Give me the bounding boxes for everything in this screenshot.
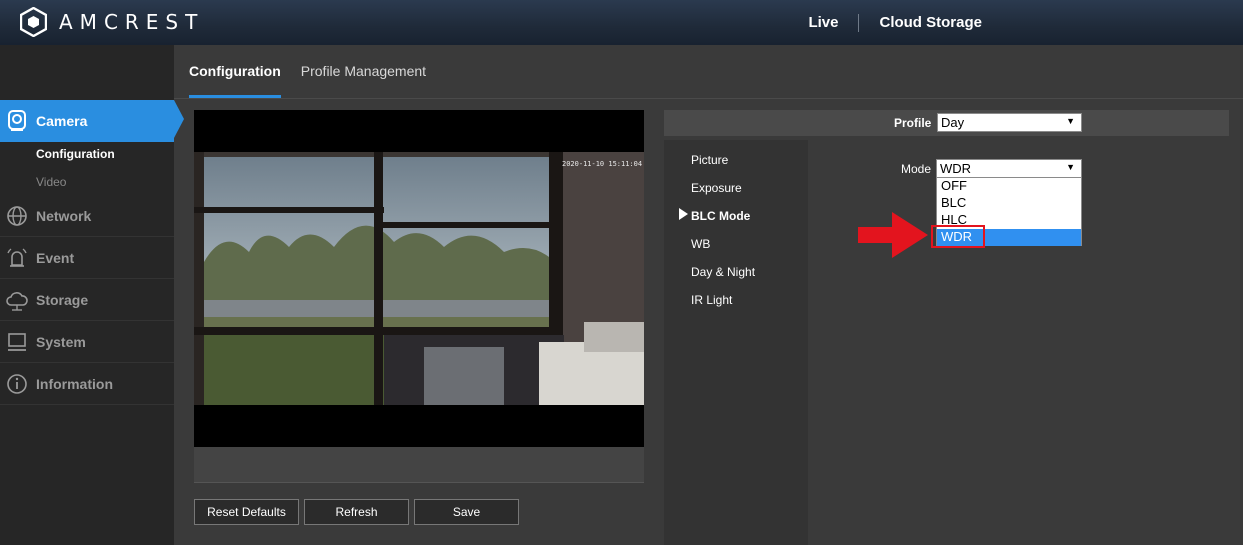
video-preview: 2020-11-10 15:11:04 <box>194 110 644 447</box>
brand-name: AMCREST <box>59 10 205 34</box>
menu-item-blc-mode[interactable]: BLC Mode <box>691 209 750 223</box>
save-button[interactable]: Save <box>414 499 519 525</box>
tab-bar: Configuration Profile Management <box>189 45 426 98</box>
alarm-icon <box>4 245 30 271</box>
camera-feed-image <box>194 152 644 405</box>
active-pointer <box>174 100 184 138</box>
sidebar-item-storage[interactable]: Storage <box>0 279 174 321</box>
sidebar-item-label: Event <box>36 249 75 266</box>
sidebar-item-label: Storage <box>36 291 89 308</box>
annotation-arrow-icon <box>858 212 928 258</box>
amcrest-logo-icon <box>20 7 47 37</box>
cloud-icon <box>4 287 30 313</box>
mode-option-off[interactable]: OFF <box>937 178 1081 195</box>
sidebar-item-camera[interactable]: Camera <box>0 100 184 142</box>
dropdown-arrow-icon: ▼ <box>1066 162 1075 172</box>
mode-select[interactable]: WDR ▼ <box>936 159 1082 178</box>
mode-select-value: WDR <box>940 161 972 176</box>
menu-item-ir-light[interactable]: IR Light <box>691 293 732 307</box>
sidebar-item-label: Camera <box>36 113 88 129</box>
sidebar-sub-video[interactable]: Video <box>36 175 66 189</box>
menu-item-day-night[interactable]: Day & Night <box>691 265 755 279</box>
camera-icon <box>4 108 30 134</box>
camera-feed: 2020-11-10 15:11:04 <box>194 152 644 405</box>
top-nav: Live Cloud Storage <box>808 0 1243 45</box>
sidebar-sub-configuration[interactable]: Configuration <box>36 147 115 161</box>
tab-configuration[interactable]: Configuration <box>189 45 281 98</box>
reset-defaults-button[interactable]: Reset Defaults <box>194 499 299 525</box>
video-timestamp: 2020-11-10 15:11:04 <box>562 160 643 168</box>
refresh-button[interactable]: Refresh <box>304 499 409 525</box>
mode-option-blc[interactable]: BLC <box>937 195 1081 212</box>
menu-item-exposure[interactable]: Exposure <box>691 181 742 195</box>
monitor-icon <box>4 329 30 355</box>
dropdown-arrow-icon: ▼ <box>1066 116 1075 126</box>
info-icon <box>4 371 30 397</box>
tab-profile-management[interactable]: Profile Management <box>301 45 426 98</box>
nav-live[interactable]: Live <box>808 14 838 31</box>
nav-cloud-storage[interactable]: Cloud Storage <box>879 14 982 31</box>
sidebar-item-label: System <box>36 333 86 350</box>
sidebar: Camera Configuration Video Network Event <box>0 45 184 545</box>
mode-label: Mode <box>901 162 932 176</box>
active-menu-pointer-icon <box>679 208 688 220</box>
settings-menu: Picture Exposure BLC Mode WB Day & Night… <box>664 140 808 545</box>
top-bar: AMCREST Live Cloud Storage <box>0 0 1243 45</box>
sidebar-item-network[interactable]: Network <box>0 195 174 237</box>
tab-divider <box>174 98 1243 99</box>
sidebar-item-information[interactable]: Information <box>0 363 174 405</box>
annotation-highlight-box <box>931 225 985 248</box>
video-toolbar <box>194 447 644 483</box>
profile-select-value: Day <box>941 115 965 130</box>
nav-separator <box>858 13 860 32</box>
brand-logo: AMCREST <box>20 7 204 37</box>
menu-item-picture[interactable]: Picture <box>691 153 728 167</box>
profile-select[interactable]: Day ▼ <box>937 113 1082 132</box>
profile-label: Profile <box>894 116 932 130</box>
menu-item-wb[interactable]: WB <box>691 237 710 251</box>
sidebar-item-label: Network <box>36 207 92 224</box>
sidebar-item-system[interactable]: System <box>0 321 174 363</box>
globe-icon <box>4 203 30 229</box>
sidebar-item-label: Information <box>36 375 113 392</box>
sidebar-item-event[interactable]: Event <box>0 237 174 279</box>
